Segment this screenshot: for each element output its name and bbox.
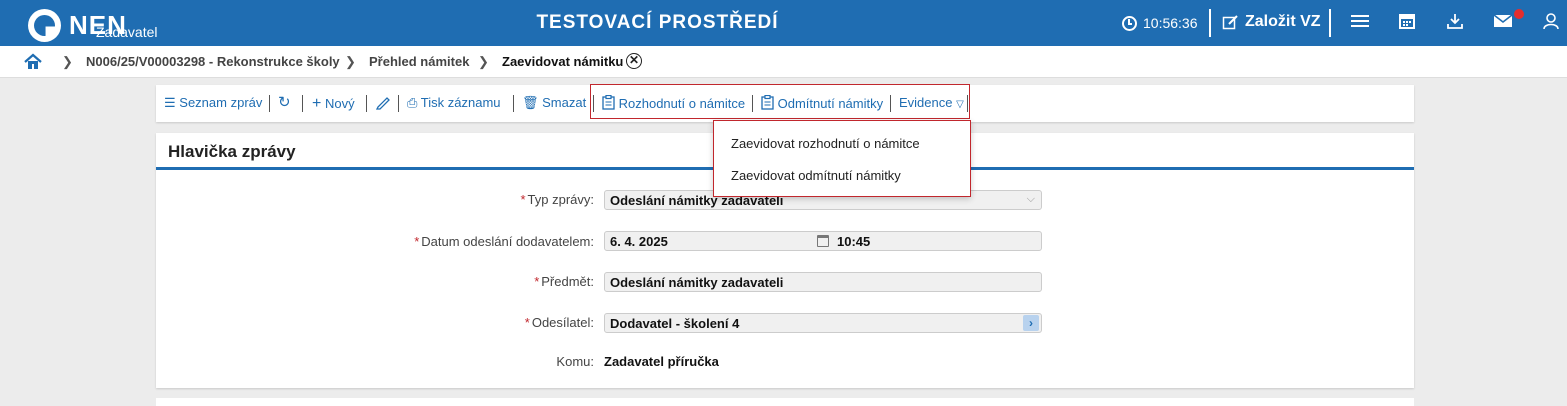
type-label: * Typ zprávy: <box>520 192 594 207</box>
home-icon[interactable] <box>24 53 42 70</box>
new-button[interactable]: + Nový <box>312 95 355 113</box>
toolbar-divider <box>269 95 270 112</box>
date-label-text: Datum odeslání dodavatelem: <box>421 234 594 249</box>
message-list-label: Seznam zpráv <box>179 95 263 110</box>
clock-icon <box>1122 15 1137 31</box>
toolbar-divider <box>302 95 303 112</box>
breadcrumb-current: Zaevidovat námitku <box>502 54 624 69</box>
required-mark: * <box>534 274 540 289</box>
delete-label: Smazat <box>542 95 587 110</box>
chevron-right-icon: ❯ <box>62 54 73 69</box>
subject-input[interactable]: Odeslání námitky zadavateli <box>604 272 1042 292</box>
print-button[interactable]: ⎙ Tisk záznamu <box>407 95 501 111</box>
header-divider <box>1209 9 1211 37</box>
time-value[interactable]: 10:45 <box>837 234 870 249</box>
sender-label-text: Odesílatel: <box>531 315 594 330</box>
date-value: 6. 4. 2025 <box>610 234 668 249</box>
print-label: Tisk záznamu <box>420 95 501 110</box>
toolbar-divider <box>398 95 399 112</box>
list-icon: ☰ <box>164 95 176 110</box>
edit-button[interactable] <box>375 94 391 113</box>
calendar-icon[interactable] <box>817 235 829 247</box>
breadcrumb-item[interactable]: N006/25/V00003298 - Rekonstrukce školy <box>86 54 340 69</box>
menu-icon[interactable] <box>1349 12 1371 34</box>
toolbar-divider <box>513 95 514 112</box>
chevron-right-icon[interactable]: › <box>1023 315 1039 331</box>
menu-item-record-decision[interactable]: Zaevidovat rozhodnutí o námitce <box>731 136 920 151</box>
plus-icon: + <box>312 95 322 112</box>
calendar-icon[interactable] <box>1396 12 1418 34</box>
type-label-text: Typ zprávy: <box>527 192 594 207</box>
create-vz-label: Založit VZ <box>1245 13 1321 30</box>
create-vz-button[interactable]: Založit VZ <box>1222 13 1321 31</box>
panel-title: Hlavička zprávy <box>168 142 296 161</box>
subject-label: * Předmět: <box>534 274 594 289</box>
breadcrumb: ❯ N006/25/V00003298 - Rekonstrukce školy… <box>0 46 1567 78</box>
download-icon[interactable] <box>1444 12 1466 34</box>
recipient-value: Zadavatel příručka <box>604 354 719 369</box>
printer-icon: ⎙ <box>407 95 418 110</box>
clock-time: 10:56:36 <box>1143 15 1198 31</box>
required-mark: * <box>414 234 420 249</box>
toolbar-divider <box>366 95 367 112</box>
date-label: * Datum odeslání dodavatelem: <box>414 234 594 249</box>
next-panel <box>156 398 1414 406</box>
user-icon[interactable] <box>1540 12 1562 34</box>
evidence-dropdown-menu: Zaevidovat rozhodnutí o námitce Zaevidov… <box>713 120 971 197</box>
subject-value: Odeslání námitky zadavateli <box>610 275 784 290</box>
edit-icon <box>1222 14 1238 29</box>
send-date-field[interactable]: 6. 4. 2025 10:45 <box>604 231 1042 251</box>
recipient-label: Komu: <box>556 354 594 369</box>
highlight-frame <box>590 84 970 119</box>
refresh-icon[interactable]: ↻ <box>278 93 291 111</box>
required-mark: * <box>524 315 530 330</box>
menu-item-record-rejection[interactable]: Zaevidovat odmítnutí námitky <box>731 168 901 183</box>
breadcrumb-item[interactable]: Přehled námitek <box>369 54 469 69</box>
header-divider <box>1329 9 1331 37</box>
chevron-right-icon: ❯ <box>345 54 356 69</box>
notification-dot <box>1514 9 1524 19</box>
message-list-button[interactable]: ☰ Seznam zpráv <box>164 95 262 111</box>
session-clock: 10:56:36 <box>1122 15 1198 31</box>
sender-field[interactable]: Dodavatel - školení 4 › <box>604 313 1042 333</box>
subject-label-text: Předmět: <box>541 274 594 289</box>
delete-doc-icon: 🗑 <box>522 95 539 110</box>
required-mark: * <box>520 192 526 207</box>
delete-button[interactable]: 🗑 Smazat <box>522 95 586 111</box>
sender-label: * Odesílatel: <box>525 315 594 330</box>
top-bar: NEN Zadavatel TESTOVACÍ PROSTŘEDÍ 10:56:… <box>0 0 1567 46</box>
sender-value: Dodavatel - školení 4 <box>610 316 740 331</box>
new-label: Nový <box>324 96 355 111</box>
chevron-down-icon: ⌵ <box>1026 193 1035 205</box>
chevron-right-icon: ❯ <box>478 54 489 69</box>
pencil-icon <box>375 97 390 110</box>
mail-icon[interactable] <box>1492 12 1514 34</box>
environment-title: TESTOVACÍ PROSTŘEDÍ <box>536 12 779 33</box>
close-icon[interactable]: ✕ <box>626 53 642 69</box>
